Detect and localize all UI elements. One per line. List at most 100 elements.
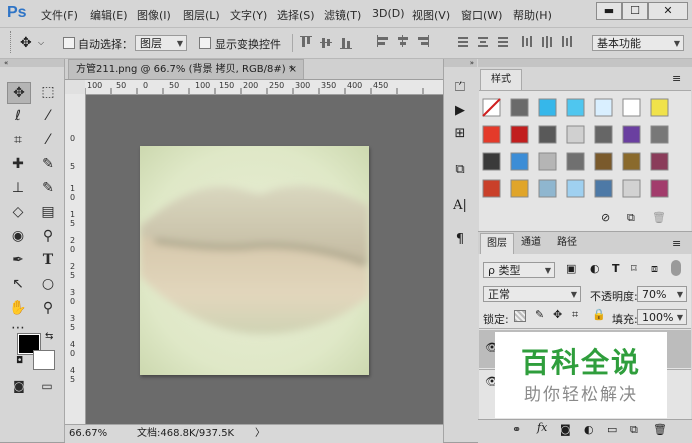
tools-panel-collapse[interactable]: « xyxy=(0,59,64,67)
tab-styles[interactable]: 样式 xyxy=(480,69,522,90)
magic-wand-tool-icon[interactable]: ⁄ xyxy=(37,106,59,126)
actions-panel-icon[interactable]: ▶ xyxy=(448,101,472,121)
move-tool-icon[interactable]: ✥ xyxy=(20,35,32,51)
chevron-down-icon[interactable]: ⌵ xyxy=(38,38,44,48)
filter-type-icon[interactable]: T xyxy=(612,262,620,275)
menu-edit[interactable]: 编辑(E) xyxy=(90,7,128,23)
lock-position-icon[interactable]: ✥ xyxy=(553,308,562,321)
tab-layers[interactable]: 图层 xyxy=(480,233,514,254)
history-panel-icon[interactable]: ⏍ xyxy=(448,78,472,98)
maximize-button[interactable]: ☐ xyxy=(622,2,648,20)
style-swatch[interactable] xyxy=(510,125,529,144)
document-tab[interactable]: 方管211.png @ 66.7% (背景 拷贝, RGB/8#) * × xyxy=(68,59,304,79)
lock-transparent-icon[interactable] xyxy=(514,310,526,322)
style-swatch[interactable] xyxy=(482,152,501,171)
pen-tool-icon[interactable]: ✒ xyxy=(7,250,29,270)
style-swatch[interactable] xyxy=(566,98,585,117)
healing-brush-tool-icon[interactable]: ✚ xyxy=(7,154,29,174)
filter-shape-icon[interactable]: ⌑ xyxy=(631,262,637,275)
style-swatch[interactable] xyxy=(594,98,613,117)
crop-tool-icon[interactable]: ⌗ xyxy=(7,130,29,150)
fill-field[interactable]: 100% ▼ xyxy=(637,309,687,325)
style-swatch[interactable] xyxy=(510,98,529,117)
style-swatch[interactable] xyxy=(566,152,585,171)
blur-tool-icon[interactable]: ◉ xyxy=(7,226,29,246)
close-tab-icon[interactable]: × xyxy=(289,60,297,80)
default-colors-icon[interactable]: ◘ xyxy=(16,356,23,366)
gradient-tool-icon[interactable]: ▤ xyxy=(37,202,59,222)
style-swatch[interactable] xyxy=(538,179,557,198)
style-swatch[interactable] xyxy=(510,152,529,171)
style-swatch[interactable] xyxy=(566,125,585,144)
path-select-tool-icon[interactable]: ↖ xyxy=(7,274,29,294)
type-tool-icon[interactable]: T xyxy=(37,250,59,270)
filter-toggle[interactable] xyxy=(671,260,681,276)
show-transform-checkbox[interactable] xyxy=(199,37,211,49)
style-swatch[interactable] xyxy=(650,98,669,117)
menu-3d[interactable]: 3D(D) xyxy=(372,7,405,20)
hand-tool-icon[interactable]: ✋ xyxy=(7,298,29,318)
menu-help[interactable]: 帮助(H) xyxy=(513,7,552,23)
lock-all-icon[interactable]: 🔒 xyxy=(592,308,606,321)
new-group-icon[interactable]: ▭ xyxy=(607,423,617,436)
menu-image[interactable]: 图像(I) xyxy=(137,7,171,23)
quick-mask-icon[interactable]: ◙ xyxy=(8,376,30,396)
background-color-swatch[interactable] xyxy=(33,350,55,370)
filter-pixel-icon[interactable]: ▣ xyxy=(566,262,576,275)
menu-window[interactable]: 窗口(W) xyxy=(461,7,502,23)
filter-adjustment-icon[interactable]: ◐ xyxy=(590,262,600,275)
style-swatches-grid[interactable] xyxy=(479,97,679,207)
menu-select[interactable]: 选择(S) xyxy=(277,7,315,23)
panel-collapse-toggle[interactable]: » xyxy=(444,59,477,67)
status-menu-arrow[interactable]: 〉 xyxy=(255,425,265,442)
eyedropper-tool-icon[interactable]: ⁄ xyxy=(37,130,59,150)
move-tool-icon[interactable]: ✥ xyxy=(7,82,31,104)
character-panel-icon[interactable]: A| xyxy=(448,196,472,216)
style-swatch[interactable] xyxy=(482,179,501,198)
new-style-icon[interactable]: ⧉ xyxy=(627,211,635,225)
style-swatch[interactable] xyxy=(622,125,641,144)
lock-artboard-icon[interactable]: ⌗ xyxy=(572,308,578,322)
tab-channels[interactable]: 通道 xyxy=(515,233,547,253)
history-brush-tool-icon[interactable]: ✎ xyxy=(37,178,59,198)
brush-tool-icon[interactable]: ✎ xyxy=(37,154,59,174)
style-swatch[interactable] xyxy=(594,152,613,171)
menu-layer[interactable]: 图层(L) xyxy=(183,7,220,23)
style-swatch[interactable] xyxy=(538,98,557,117)
auto-select-checkbox[interactable] xyxy=(63,37,75,49)
delete-layer-icon[interactable]: 🗑 xyxy=(653,423,667,436)
opacity-field[interactable]: 70% ▼ xyxy=(637,286,687,302)
workspace-dropdown[interactable]: 基本功能 ▼ xyxy=(592,35,684,51)
tab-paths[interactable]: 路径 xyxy=(551,233,583,253)
style-swatch[interactable] xyxy=(622,98,641,117)
style-swatch[interactable] xyxy=(510,179,529,198)
new-layer-icon[interactable]: ⧉ xyxy=(630,423,638,437)
style-swatch[interactable] xyxy=(650,179,669,198)
menu-type[interactable]: 文字(Y) xyxy=(230,7,267,23)
zoom-level[interactable]: 66.67% xyxy=(69,425,107,442)
menu-view[interactable]: 视图(V) xyxy=(412,7,450,23)
style-swatch[interactable] xyxy=(622,152,641,171)
lock-pixels-icon[interactable]: ✎ xyxy=(535,308,544,321)
layer-filter-dropdown[interactable]: ρ 类型 ▼ xyxy=(483,262,555,278)
style-swatch[interactable] xyxy=(650,152,669,171)
marquee-tool-icon[interactable]: ⬚ xyxy=(37,82,59,102)
minimize-button[interactable]: ▬ xyxy=(596,2,622,20)
style-swatch[interactable] xyxy=(622,179,641,198)
menu-file[interactable]: 文件(F) xyxy=(41,7,78,23)
style-swatch[interactable] xyxy=(538,125,557,144)
paragraph-panel-icon[interactable]: ¶ xyxy=(448,230,472,250)
screen-mode-icon[interactable]: ▭ xyxy=(36,376,58,396)
zoom-tool-icon[interactable]: ⚲ xyxy=(37,298,59,318)
blend-mode-dropdown[interactable]: 正常 ▼ xyxy=(483,286,581,302)
style-swatch[interactable] xyxy=(482,125,501,144)
adjustment-layer-icon[interactable]: ◐ xyxy=(584,423,594,436)
filter-smart-object-icon[interactable]: ⧈ xyxy=(651,262,658,276)
layer-effects-icon[interactable]: fx xyxy=(537,421,547,434)
style-swatch[interactable] xyxy=(538,152,557,171)
panel-menu-icon[interactable]: ≡ xyxy=(672,72,681,85)
style-swatch[interactable] xyxy=(566,179,585,198)
add-mask-icon[interactable]: ◙ xyxy=(560,423,571,436)
menu-filter[interactable]: 滤镜(T) xyxy=(324,7,361,23)
lips-image[interactable] xyxy=(140,146,369,375)
